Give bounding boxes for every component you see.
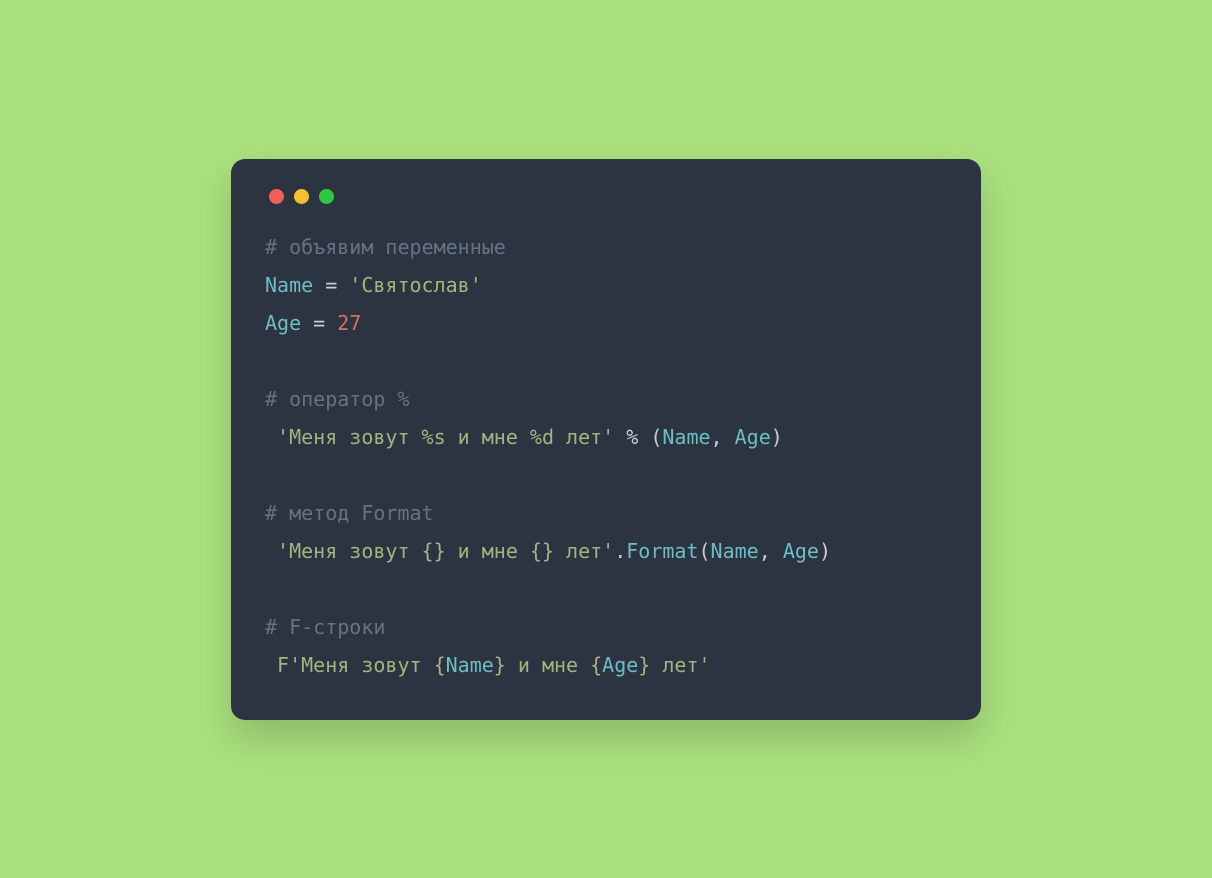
code-block: # объявим переменныеName = 'Святослав'Ag…: [265, 228, 947, 684]
code-line: 'Меня зовут {} и мне {} лет'.Format(Name…: [265, 532, 947, 570]
code-line: # метод Format: [265, 494, 947, 532]
code-line: Name = 'Святослав': [265, 266, 947, 304]
minimize-icon[interactable]: [294, 189, 309, 204]
code-line: [265, 342, 947, 380]
code-line: Age = 27: [265, 304, 947, 342]
code-line: # F-строки: [265, 608, 947, 646]
close-icon[interactable]: [269, 189, 284, 204]
zoom-icon[interactable]: [319, 189, 334, 204]
window-titlebar: [265, 187, 947, 228]
code-line: [265, 456, 947, 494]
code-window: # объявим переменныеName = 'Святослав'Ag…: [231, 159, 981, 720]
code-line: # объявим переменные: [265, 228, 947, 266]
code-line: [265, 570, 947, 608]
code-line: F'Меня зовут {Name} и мне {Age} лет': [265, 646, 947, 684]
code-line: # оператор %: [265, 380, 947, 418]
code-line: 'Меня зовут %s и мне %d лет' % (Name, Ag…: [265, 418, 947, 456]
